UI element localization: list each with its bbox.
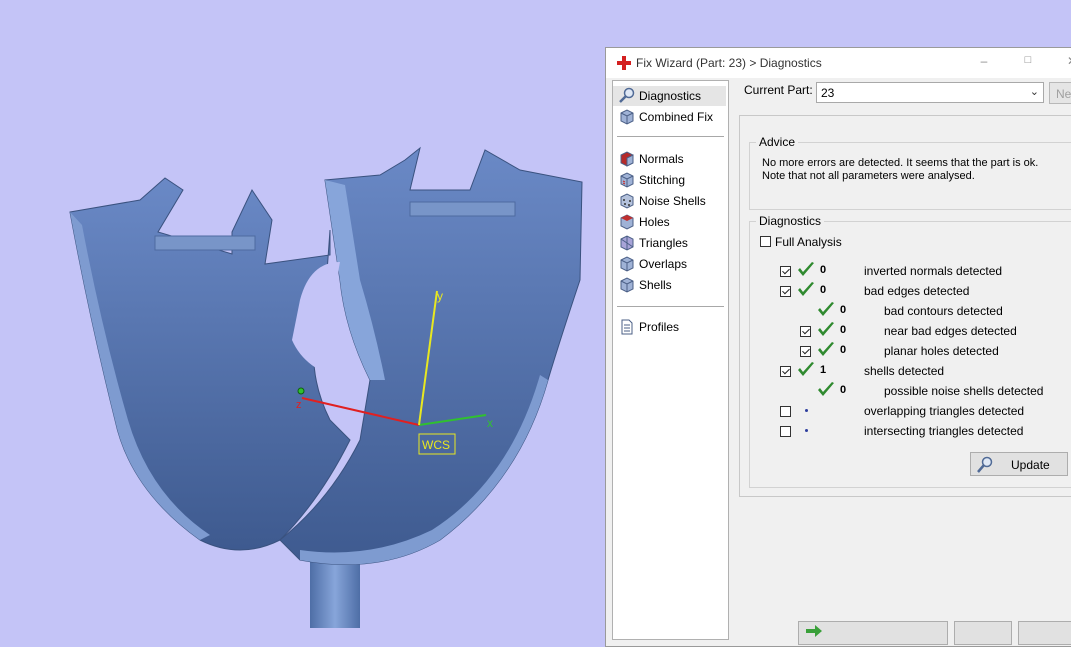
diagnostic-text: bad contours detected [884, 304, 1003, 318]
nav-item-combined-fix[interactable]: Combined Fix [613, 107, 726, 127]
nav-label: Stitching [639, 173, 686, 187]
minimize-icon[interactable]: – [976, 54, 992, 68]
nav-item-holes[interactable]: Holes [613, 212, 726, 232]
advice-title: Advice [756, 135, 799, 149]
wizard-nav: Diagnostics Combined Fix Normals Stitchi… [612, 80, 729, 640]
nav-label: Profiles [639, 320, 680, 334]
bottom-action-button[interactable] [798, 621, 948, 645]
maximize-icon[interactable]: □ [1020, 54, 1036, 66]
green-check-icon [798, 262, 814, 276]
green-check-icon [818, 342, 834, 356]
help-button[interactable] [1018, 621, 1071, 645]
next-part-label: Ne [1056, 87, 1071, 101]
diagnostic-text: shells detected [864, 364, 945, 378]
diagnostic-text: possible noise shells detected [884, 384, 1044, 398]
diagnostic-count: 0 [820, 284, 827, 296]
nav-label: Shells [639, 278, 672, 292]
diagnostic-checkbox[interactable] [780, 406, 791, 417]
green-arrow-icon [806, 625, 822, 637]
nav-item-shells[interactable]: Shells [613, 275, 726, 295]
dotted-cube-icon [620, 193, 634, 209]
wcs-label: WCS [422, 438, 450, 452]
overlap-cube-icon [620, 256, 634, 272]
magnifier-icon [619, 87, 635, 103]
full-analysis-label: Full Analysis [775, 235, 842, 249]
close-button[interactable] [954, 621, 1012, 645]
diagnostic-text: bad edges detected [864, 284, 970, 298]
red-cube-icon [620, 214, 634, 230]
update-button[interactable]: Update [970, 452, 1068, 476]
window-title: Fix Wizard (Part: 23) > Diagnostics [636, 56, 822, 70]
nav-item-stitching[interactable]: Stitching [613, 170, 726, 190]
update-label: Update [1011, 458, 1050, 472]
diagnostic-count: 0 [840, 324, 847, 336]
advice-text: No more errors are detected. It seems th… [762, 157, 1039, 182]
cube-icon [620, 109, 634, 125]
nav-item-normals[interactable]: Normals [613, 149, 726, 169]
document-icon [621, 319, 633, 335]
diagnostic-text: overlapping triangles detected [864, 404, 1025, 418]
current-part-label: Current Part: [744, 83, 813, 97]
diagnostic-checkbox[interactable] [780, 286, 791, 297]
advice-group: Advice No more errors are detected. It s… [749, 135, 1071, 210]
axis-x-label: x [487, 416, 493, 430]
full-analysis-checkbox[interactable] [760, 236, 771, 247]
diagnostic-text: inverted normals detected [864, 264, 1003, 278]
chevron-down-icon: ⌄ [1029, 86, 1039, 98]
nav-label: Holes [639, 215, 670, 229]
holder-model[interactable] [69, 146, 583, 628]
diagnostic-text: near bad edges detected [884, 324, 1017, 338]
nav-label: Overlaps [639, 257, 688, 271]
nav-divider [617, 136, 724, 137]
green-check-icon [818, 382, 834, 396]
diagnostic-text: intersecting triangles detected [864, 424, 1024, 438]
diagnostic-count: 0 [840, 344, 847, 356]
diagnostic-count: 0 [840, 384, 847, 396]
diagnostics-title: Diagnostics [756, 214, 825, 228]
diagnostic-checkbox[interactable] [800, 346, 811, 357]
title-bar[interactable]: Fix Wizard (Part: 23) > Diagnostics – □ … [606, 48, 1071, 78]
close-icon[interactable]: ✕ [1064, 54, 1071, 68]
diagnostic-count: 0 [840, 304, 847, 316]
diagnostic-checkbox[interactable] [780, 266, 791, 277]
nav-divider [617, 306, 724, 307]
stitch-cube-icon [620, 172, 634, 188]
green-check-icon [798, 362, 814, 376]
nav-label: Noise Shells [639, 194, 706, 208]
axis-z-label: z [296, 399, 302, 411]
nav-item-diagnostics[interactable]: Diagnostics [613, 86, 726, 106]
diagnostic-count: 0 [820, 264, 827, 276]
next-part-button[interactable]: Ne [1049, 82, 1071, 104]
nav-label: Normals [639, 152, 684, 166]
green-check-icon [798, 282, 814, 296]
green-check-icon [818, 302, 834, 316]
current-part-value: 23 [821, 86, 835, 100]
fix-wizard-dialog: Fix Wizard (Part: 23) > Diagnostics – □ … [605, 47, 1071, 647]
status-dot [805, 409, 808, 412]
cube-icon [620, 277, 634, 293]
nav-label: Triangles [639, 236, 688, 250]
magnifier-icon [977, 456, 993, 473]
diagnostic-text: planar holes detected [884, 344, 999, 358]
nav-item-triangles[interactable]: Triangles [613, 233, 726, 253]
red-cross-icon [617, 56, 631, 70]
nav-label: Diagnostics [639, 89, 702, 103]
diagnostic-checkbox[interactable] [780, 426, 791, 437]
triangle-cube-icon [620, 235, 634, 251]
status-dot [805, 429, 808, 432]
nav-item-profiles[interactable]: Profiles [613, 317, 726, 337]
diagnostic-count: 1 [820, 364, 827, 376]
diagnostic-checkbox[interactable] [780, 366, 791, 377]
nav-item-noise-shells[interactable]: Noise Shells [613, 191, 726, 211]
nav-item-overlaps[interactable]: Overlaps [613, 254, 726, 274]
green-check-icon [818, 322, 834, 336]
current-part-select[interactable]: 23 ⌄ [816, 82, 1044, 103]
red-cube-icon [620, 151, 634, 167]
nav-label: Combined Fix [639, 110, 714, 124]
axis-y-label: y [437, 289, 443, 303]
diagnostic-checkbox[interactable] [800, 326, 811, 337]
